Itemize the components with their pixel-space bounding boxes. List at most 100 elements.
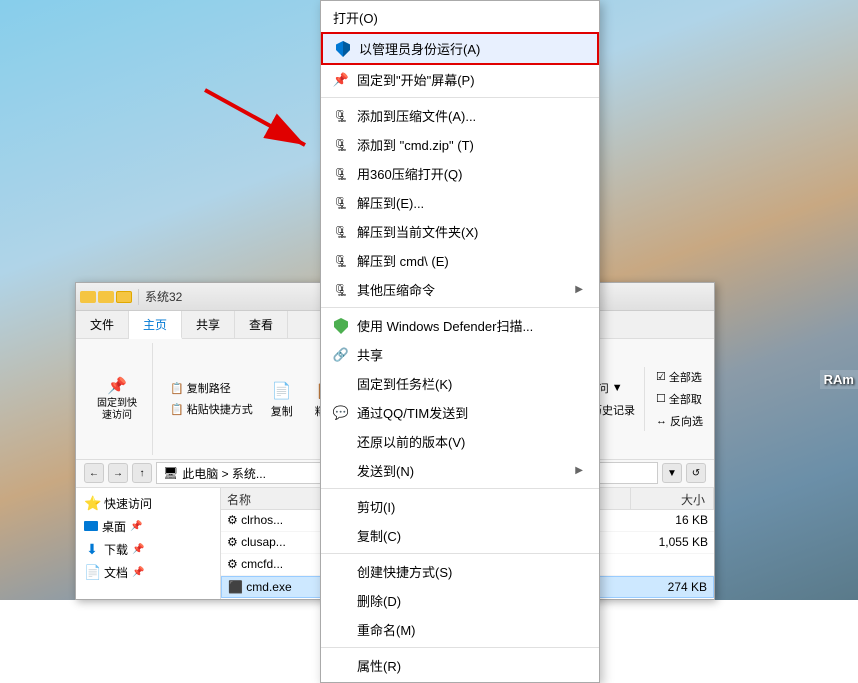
share-icon: 🔗 xyxy=(333,347,349,363)
btn-select-all[interactable]: ☑ 全部选 xyxy=(651,367,708,387)
menu-extract-cmd[interactable]: 🗜 解压到 cmd\ (E) xyxy=(321,246,599,275)
menu-pin-taskbar[interactable]: 固定到任务栏(K) xyxy=(321,369,599,398)
menu-open-360[interactable]: 🗜 用360压缩打开(Q) xyxy=(321,159,599,188)
sidebar-downloads-label: 下载 xyxy=(104,541,128,558)
separator-2 xyxy=(321,307,599,308)
downloads-icon: ⬇ xyxy=(84,541,100,558)
pin-badge-dl: 📌 xyxy=(132,544,144,555)
restore-icon xyxy=(333,434,349,450)
menu-share[interactable]: 🔗 共享 xyxy=(321,340,599,369)
btn-copy[interactable]: 📄 复制 xyxy=(262,376,302,422)
rename-icon xyxy=(333,622,349,638)
menu-restore-version-text: 还原以前的版本(V) xyxy=(357,432,583,451)
file-icon-clrhos: ⚙ xyxy=(227,513,238,527)
btn-copy-path[interactable]: 📋 复制路径 xyxy=(165,378,258,398)
red-arrow-indicator xyxy=(195,80,325,160)
menu-properties[interactable]: 属性(R) xyxy=(321,651,599,680)
menu-extract-to[interactable]: 🗜 解压到(E)... xyxy=(321,188,599,217)
nav-forward[interactable]: → xyxy=(108,463,128,483)
zip-icon-2: 🗜 xyxy=(333,137,349,153)
cut-icon xyxy=(333,499,349,515)
submenu-arrow-2: ▶ xyxy=(575,465,583,476)
col-header-size[interactable]: 大小 xyxy=(631,488,714,509)
defender-icon xyxy=(333,318,349,334)
btn-invert-select[interactable]: ↔ 反向选 xyxy=(651,411,708,431)
menu-copy[interactable]: 复制(C) xyxy=(321,521,599,550)
extract-here-icon: 🗜 xyxy=(333,224,349,240)
btn-invert-label: 反向选 xyxy=(670,413,703,429)
file-size-clrhos: 16 KB xyxy=(634,511,714,529)
menu-send-qq[interactable]: 💬 通过QQ/TIM发送到 xyxy=(321,398,599,427)
menu-add-cmd-zip-text: 添加到 "cmd.zip" (T) xyxy=(357,135,583,154)
menu-send-to[interactable]: 发送到(N) ▶ xyxy=(321,456,599,485)
btn-paste-shortcut[interactable]: 📋 粘贴快捷方式 xyxy=(165,399,258,419)
properties-icon xyxy=(333,658,349,674)
btn-select-none[interactable]: ☐ 全部取 xyxy=(651,389,708,409)
tab-file[interactable]: 文件 xyxy=(76,311,129,338)
file-icon-cmd: ⬛ xyxy=(228,580,243,594)
delete-icon xyxy=(333,593,349,609)
nav-back[interactable]: ← xyxy=(84,463,104,483)
menu-delete[interactable]: 删除(D) xyxy=(321,586,599,615)
separator-5 xyxy=(321,647,599,648)
separator-3 xyxy=(321,488,599,489)
menu-run-as-admin[interactable]: 以管理员身份运行(A) xyxy=(321,32,599,65)
btn-pin-access[interactable]: 📌 固定到快速访问 xyxy=(90,371,144,425)
pin-badge: 📌 xyxy=(130,521,142,532)
sidebar-documents[interactable]: 📄 文档 📌 xyxy=(76,561,220,584)
menu-cut[interactable]: 剪切(I) xyxy=(321,492,599,521)
address-pc-icon: 🖥 xyxy=(163,466,178,480)
menu-pin-start[interactable]: 📌 固定到"开始"屏幕(P) xyxy=(321,65,599,94)
pin-badge-doc: 📌 xyxy=(132,567,144,578)
tab-share[interactable]: 共享 xyxy=(182,311,235,338)
sidebar-desktop[interactable]: 桌面 📌 xyxy=(76,515,220,538)
menu-add-zip-text: 添加到压缩文件(A)... xyxy=(357,106,583,125)
menu-add-cmd-zip[interactable]: 🗜 添加到 "cmd.zip" (T) xyxy=(321,130,599,159)
menu-delete-text: 删除(D) xyxy=(357,591,583,610)
menu-restore-version[interactable]: 还原以前的版本(V) xyxy=(321,427,599,456)
extract-icon: 🗜 xyxy=(333,195,349,211)
tab-home[interactable]: 主页 xyxy=(129,311,182,339)
nav-refresh[interactable]: ↺ xyxy=(686,463,706,483)
sidebar-quick-access[interactable]: ⭐ 快速访问 xyxy=(76,492,220,515)
sidebar-quick-access-label: 快速访问 xyxy=(104,495,152,512)
documents-icon: 📄 xyxy=(84,564,100,581)
btn-select-all-label: 全部选 xyxy=(669,369,702,385)
titlebar-icons xyxy=(80,291,132,303)
nav-dropdown[interactable]: ▼ xyxy=(662,463,682,483)
shortcut-icon xyxy=(333,564,349,580)
sendto-icon xyxy=(333,463,349,479)
folder-title-icon3 xyxy=(116,291,132,303)
menu-open-header: 打开(O) xyxy=(321,3,599,32)
zip-icon-1: 🗜 xyxy=(333,108,349,124)
pin-access-icon: 📌 xyxy=(105,374,129,398)
menu-create-shortcut[interactable]: 创建快捷方式(S) xyxy=(321,557,599,586)
context-menu: 打开(O) 以管理员身份运行(A) 📌 固定到"开始"屏幕(P) 🗜 添加到压缩… xyxy=(320,0,600,683)
menu-cut-text: 剪切(I) xyxy=(357,497,583,516)
menu-rename[interactable]: 重命名(M) xyxy=(321,615,599,644)
menu-defender[interactable]: 使用 Windows Defender扫描... xyxy=(321,311,599,340)
ribbon-select-group: ☑ 全部选 ☐ 全部取 ↔ 反向选 xyxy=(644,367,708,431)
folder-title-icon xyxy=(80,291,96,303)
pin-icon: 📌 xyxy=(333,72,349,88)
select-all-icon: ☑ xyxy=(656,370,666,383)
copy-icon xyxy=(333,528,349,544)
menu-other-compress[interactable]: 🗜 其他压缩命令 ▶ xyxy=(321,275,599,304)
sidebar-downloads[interactable]: ⬇ 下载 📌 xyxy=(76,538,220,561)
tab-view[interactable]: 查看 xyxy=(235,311,288,338)
btn-copy-path-label: 复制路径 xyxy=(187,380,231,396)
menu-extract-here[interactable]: 🗜 解压到当前文件夹(X) xyxy=(321,217,599,246)
zip-360-icon: 🗜 xyxy=(333,166,349,182)
btn-pin-label: 固定到快速访问 xyxy=(97,398,137,422)
nav-up[interactable]: ↑ xyxy=(132,463,152,483)
paste-shortcut-icon: 📋 xyxy=(170,403,184,416)
menu-send-qq-text: 通过QQ/TIM发送到 xyxy=(357,403,583,422)
submenu-arrow-1: ▶ xyxy=(575,284,583,295)
quick-access-icon: ⭐ xyxy=(84,495,100,512)
folder-title-icon2 xyxy=(98,291,114,303)
menu-run-as-admin-text: 以管理员身份运行(A) xyxy=(359,39,581,58)
menu-copy-text: 复制(C) xyxy=(357,526,583,545)
copy-path-icon: 📋 xyxy=(170,382,184,395)
file-size-cmcfd xyxy=(634,562,714,566)
menu-add-zip[interactable]: 🗜 添加到压缩文件(A)... xyxy=(321,101,599,130)
